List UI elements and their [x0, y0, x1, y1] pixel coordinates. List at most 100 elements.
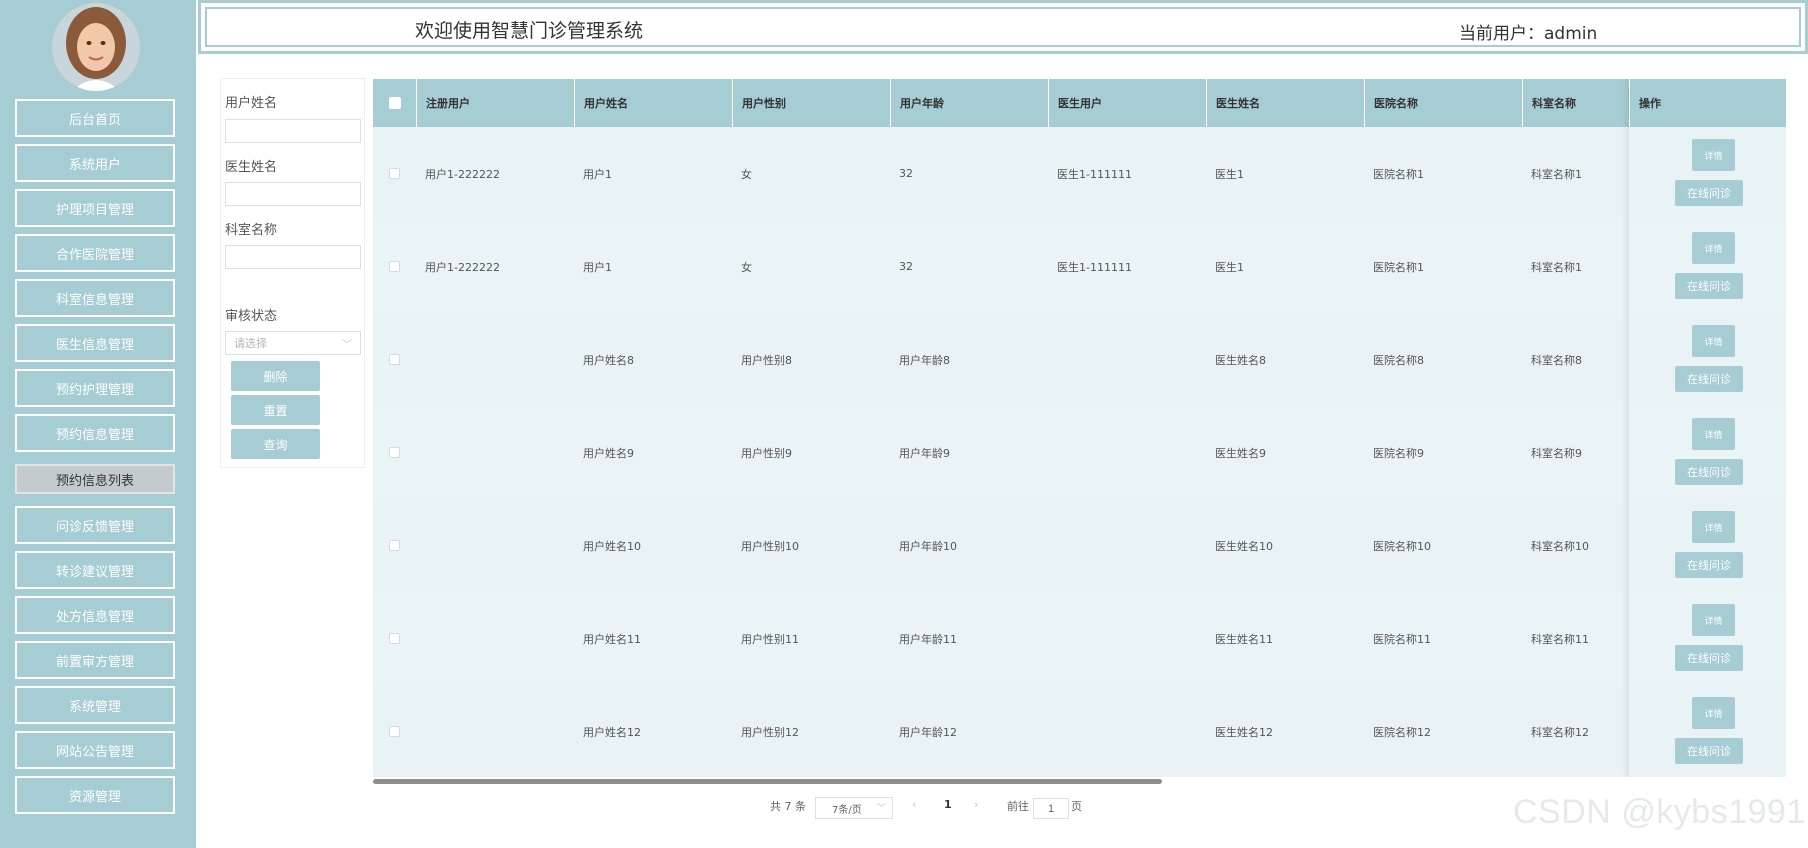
chevron-down-icon: ﹀: [876, 804, 886, 814]
row-checkbox[interactable]: [389, 447, 400, 458]
avatar: [52, 3, 140, 91]
sidebar-item-appointments[interactable]: 预约信息管理: [15, 414, 175, 452]
sidebar-item-nursing-projects[interactable]: 护理项目管理: [15, 189, 175, 227]
page-size-value: 7条/页: [832, 804, 862, 816]
sidebar-item-nursing-appointments[interactable]: 预约护理管理: [15, 369, 175, 407]
current-user-label: 当前用户：admin: [1459, 24, 1598, 44]
table-cell-gender: 用户性别11: [741, 632, 799, 646]
table-cell-user-name: 用户姓名8: [583, 353, 634, 367]
column-header[interactable]: 注册用户: [416, 79, 574, 127]
table-cell-gender: 用户性别9: [741, 446, 792, 460]
reset-button[interactable]: 重置: [231, 395, 320, 425]
table-row[interactable]: 用户姓名11 用户性别11 用户年龄11 医生姓名11 医院名称11 科室名称11 详情 在线…: [373, 592, 1786, 685]
table-cell-doctor-name: 医生姓名12: [1215, 725, 1273, 739]
sidebar-item-resources[interactable]: 资源管理: [15, 776, 175, 814]
table-cell-reg-user: [416, 499, 425, 592]
table-cell-reg-user: [416, 685, 425, 777]
sidebar-item-departments[interactable]: 科室信息管理: [15, 279, 175, 317]
table-row[interactable]: 用户姓名10 用户性别10 用户年龄10 医生姓名10 医院名称10 科室名称10 详情 在线…: [373, 499, 1786, 592]
column-header[interactable]: 用户年龄: [890, 79, 1048, 127]
ops-column-shadow: [1629, 79, 1786, 777]
table-cell-age: 用户年龄9: [899, 446, 950, 460]
sidebar-item-system-users[interactable]: 系统用户: [15, 144, 175, 182]
table-cell-doctor-user: [1048, 685, 1057, 777]
row-checkbox[interactable]: [389, 633, 400, 644]
column-header[interactable]: 医生用户: [1048, 79, 1206, 127]
sidebar-item-appointment-list[interactable]: 预约信息列表: [15, 464, 175, 494]
row-checkbox[interactable]: [389, 261, 400, 272]
sidebar-item-referrals[interactable]: 转诊建议管理: [15, 551, 175, 589]
sidebar-item-home[interactable]: 后台首页: [15, 99, 175, 137]
row-checkbox[interactable]: [389, 168, 400, 179]
table-cell-doctor-name: 医生姓名10: [1215, 539, 1273, 553]
row-select-cell: [373, 313, 416, 406]
next-page-icon[interactable]: ›: [974, 798, 978, 811]
table-cell-hospital: 医院名称10: [1373, 539, 1431, 553]
table-cell-user-name: 用户姓名11: [583, 632, 641, 646]
column-header[interactable]: 科室名称: [1522, 79, 1629, 127]
column-header[interactable]: 医生姓名: [1206, 79, 1364, 127]
status-select[interactable]: 请选择 ﹀: [225, 331, 361, 355]
goto-page-input[interactable]: [1033, 798, 1069, 819]
doctor-name-input[interactable]: [225, 182, 361, 206]
table-cell-gender: 用户性别8: [741, 353, 792, 367]
table-row[interactable]: 用户1-222222 用户1 女 32 医生1-111111 医生1 医院名称1 科室名称1 详…: [373, 220, 1786, 313]
sidebar-item-pre-review[interactable]: 前置审方管理: [15, 641, 175, 679]
select-all-checkbox[interactable]: [388, 97, 401, 109]
table-cell-doctor-user: [1048, 499, 1057, 592]
table-cell-doctor-name: 医生姓名8: [1215, 353, 1266, 367]
row-checkbox[interactable]: [389, 540, 400, 551]
table-cell-age: 32: [899, 260, 913, 273]
horizontal-scrollbar[interactable]: [373, 779, 1162, 784]
sidebar-item-announcements[interactable]: 网站公告管理: [15, 731, 175, 769]
table-cell-hospital: 医院名称9: [1373, 446, 1424, 460]
delete-button[interactable]: 删除: [231, 361, 320, 391]
table-cell-department: 科室名称1: [1531, 167, 1582, 181]
sidebar-item-system[interactable]: 系统管理: [15, 686, 175, 724]
current-page-number[interactable]: 1: [944, 798, 952, 811]
table-row[interactable]: 用户姓名9 用户性别9 用户年龄9 医生姓名9 医院名称9 科室名称9 详情 在线问诊: [373, 406, 1786, 499]
prev-page-icon[interactable]: ‹: [912, 798, 916, 811]
table-cell-reg-user: 用户1-222222: [425, 260, 500, 274]
table-cell-reg-user: 用户1-222222: [425, 167, 500, 181]
row-select-cell: [373, 406, 416, 499]
table-row[interactable]: 用户姓名8 用户性别8 用户年龄8 医生姓名8 医院名称8 科室名称8 详情 在线问诊: [373, 313, 1786, 406]
table-cell-hospital: 医院名称11: [1373, 632, 1431, 646]
table-cell-department: 科室名称12: [1531, 725, 1589, 739]
table-row[interactable]: 用户1-222222 用户1 女 32 医生1-111111 医生1 医院名称1 科室名称1 详…: [373, 127, 1786, 220]
chevron-down-icon: ﹀: [342, 340, 352, 351]
table-cell-gender: 女: [741, 167, 752, 181]
doctor-name-label: 医生姓名: [225, 160, 278, 175]
department-input[interactable]: [225, 245, 361, 269]
column-header[interactable]: 用户姓名: [574, 79, 732, 127]
table-cell-hospital: 医院名称1: [1373, 167, 1424, 181]
query-button[interactable]: 查询: [231, 429, 320, 459]
sidebar: 后台首页 系统用户 护理项目管理 合作医院管理 科室信息管理 医生信息管理 预约…: [0, 0, 196, 848]
page-size-select[interactable]: 7条/页 ﹀: [815, 797, 893, 819]
table-cell-user-name: 用户姓名9: [583, 446, 634, 460]
table-cell-doctor-user: [1048, 406, 1057, 499]
sidebar-item-partner-hospitals[interactable]: 合作医院管理: [15, 234, 175, 272]
column-header[interactable]: 用户性别: [732, 79, 890, 127]
table-cell-age: 用户年龄10: [899, 539, 957, 553]
table-cell-reg-user: [416, 592, 425, 685]
table-cell-doctor-user: 医生1-111111: [1057, 260, 1132, 274]
table-cell-reg-user: [416, 406, 425, 499]
total-count: 共 7 条: [770, 800, 806, 813]
status-label: 审核状态: [225, 309, 278, 324]
select-all-cell: [373, 79, 416, 127]
table-cell-user-name: 用户姓名12: [583, 725, 641, 739]
column-header[interactable]: 医院名称: [1364, 79, 1522, 127]
sidebar-item-prescriptions[interactable]: 处方信息管理: [15, 596, 175, 634]
row-checkbox[interactable]: [389, 354, 400, 365]
user-name-input[interactable]: [225, 119, 361, 143]
table-row[interactable]: 用户姓名12 用户性别12 用户年龄12 医生姓名12 医院名称12 科室名称12 详情 在线…: [373, 685, 1786, 777]
table-cell-gender: 用户性别12: [741, 725, 799, 739]
table-cell-age: 用户年龄8: [899, 353, 950, 367]
sidebar-item-doctors[interactable]: 医生信息管理: [15, 324, 175, 362]
row-checkbox[interactable]: [389, 726, 400, 737]
table-cell-gender: 女: [741, 260, 752, 274]
app-root: 后台首页 系统用户 护理项目管理 合作医院管理 科室信息管理 医生信息管理 预约…: [0, 0, 1808, 848]
sidebar-item-feedback[interactable]: 问诊反馈管理: [15, 506, 175, 544]
table-cell-department: 科室名称10: [1531, 539, 1589, 553]
